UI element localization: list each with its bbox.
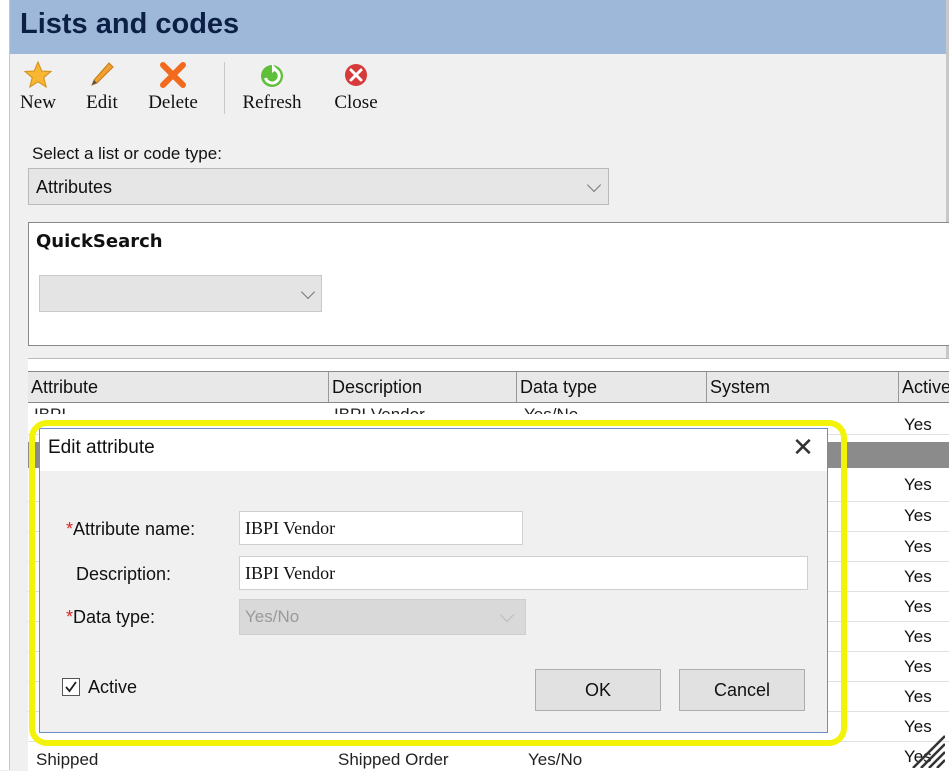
quicksearch-select[interactable] xyxy=(39,275,322,312)
new-button[interactable]: New xyxy=(10,56,66,120)
delete-label: Delete xyxy=(148,92,198,113)
required-marker: * xyxy=(66,607,74,627)
toolbar-separator xyxy=(224,62,225,114)
table-header: Attribute Description Data type System A… xyxy=(28,371,949,403)
quicksearch-panel: QuickSearch xyxy=(28,222,949,346)
required-marker: * xyxy=(66,519,74,539)
edit-label: Edit xyxy=(86,92,118,113)
data-type-select[interactable]: Yes/No xyxy=(239,599,526,635)
chevron-down-icon xyxy=(300,284,316,300)
close-icon[interactable]: ✕ xyxy=(790,433,816,463)
data-type-label: *Data type: xyxy=(66,607,156,627)
quicksearch-title: QuickSearch xyxy=(36,231,163,252)
column-header-data-type[interactable]: Data type xyxy=(516,372,706,402)
table-cell-partial: IBPI xyxy=(34,405,66,414)
description-label: Description: xyxy=(76,564,172,584)
close-circle-icon xyxy=(345,64,367,86)
table-cell-active: Yes xyxy=(904,657,932,676)
table-cell-partial: Yes/No xyxy=(524,405,578,414)
table-cell-active: Yes xyxy=(904,567,932,586)
close-label: Close xyxy=(334,92,378,113)
table-cell-active: Yes xyxy=(904,506,932,525)
delete-button[interactable]: Delete xyxy=(136,56,210,120)
window-title: Lists and codes xyxy=(20,8,240,40)
resize-grip-icon[interactable] xyxy=(905,732,945,768)
attribute-name-input[interactable]: IBPI Vendor xyxy=(239,511,523,545)
cancel-button[interactable]: Cancel xyxy=(679,669,805,711)
active-checkbox[interactable] xyxy=(62,678,80,696)
list-type-select[interactable]: Attributes xyxy=(28,168,609,205)
table-cell-active: Yes xyxy=(904,475,932,494)
refresh-button[interactable]: Refresh xyxy=(232,56,312,120)
list-type-label: Select a list or code type: xyxy=(32,144,222,163)
dialog-title: Edit attribute xyxy=(48,437,155,458)
chevron-down-icon xyxy=(499,607,515,623)
table-cell-active: Yes xyxy=(904,537,932,556)
star-icon xyxy=(23,60,53,89)
active-label: Active xyxy=(88,677,138,697)
ok-button[interactable]: OK xyxy=(535,669,661,711)
table-cell-partial: IBPI Vendor xyxy=(334,405,425,414)
list-type-value: Attributes xyxy=(36,177,113,197)
column-header-system[interactable]: System xyxy=(706,372,898,402)
column-header-attribute[interactable]: Attribute xyxy=(28,372,328,402)
table-cell-active: Yes xyxy=(904,687,932,706)
edit-attribute-dialog: Edit attribute ✕ *Attribute name: IBPI V… xyxy=(39,428,828,733)
table-cell-active: Yes xyxy=(904,597,932,616)
table-cell-active: Yes xyxy=(904,415,932,434)
description-input[interactable]: IBPI Vendor xyxy=(239,556,808,590)
column-header-description[interactable]: Description xyxy=(328,372,516,402)
title-bar: Lists and codes xyxy=(10,0,946,54)
toolbar: New Edit Delete Refresh Close xyxy=(10,56,410,120)
checkmark-icon xyxy=(65,681,77,693)
close-button[interactable]: Close xyxy=(324,56,388,120)
table-cell-data-type: Yes/No xyxy=(528,750,583,769)
table-cell-attribute: Shipped xyxy=(36,750,99,769)
refresh-icon xyxy=(261,64,283,87)
table-cell-description: Shipped Order xyxy=(338,750,449,769)
edit-button[interactable]: Edit xyxy=(74,56,130,120)
new-label: New xyxy=(20,92,56,113)
row-divider xyxy=(28,741,949,742)
table-cell-active: Yes xyxy=(904,627,932,646)
pencil-icon xyxy=(91,62,114,86)
chevron-down-icon xyxy=(586,177,602,193)
x-icon xyxy=(160,62,186,88)
data-type-value: Yes/No xyxy=(245,607,300,626)
column-header-active[interactable]: Active xyxy=(898,372,949,402)
left-border xyxy=(0,0,10,770)
dialog-header: Edit attribute ✕ xyxy=(40,429,827,471)
refresh-label: Refresh xyxy=(242,92,302,113)
attribute-name-label: *Attribute name: xyxy=(66,519,196,539)
